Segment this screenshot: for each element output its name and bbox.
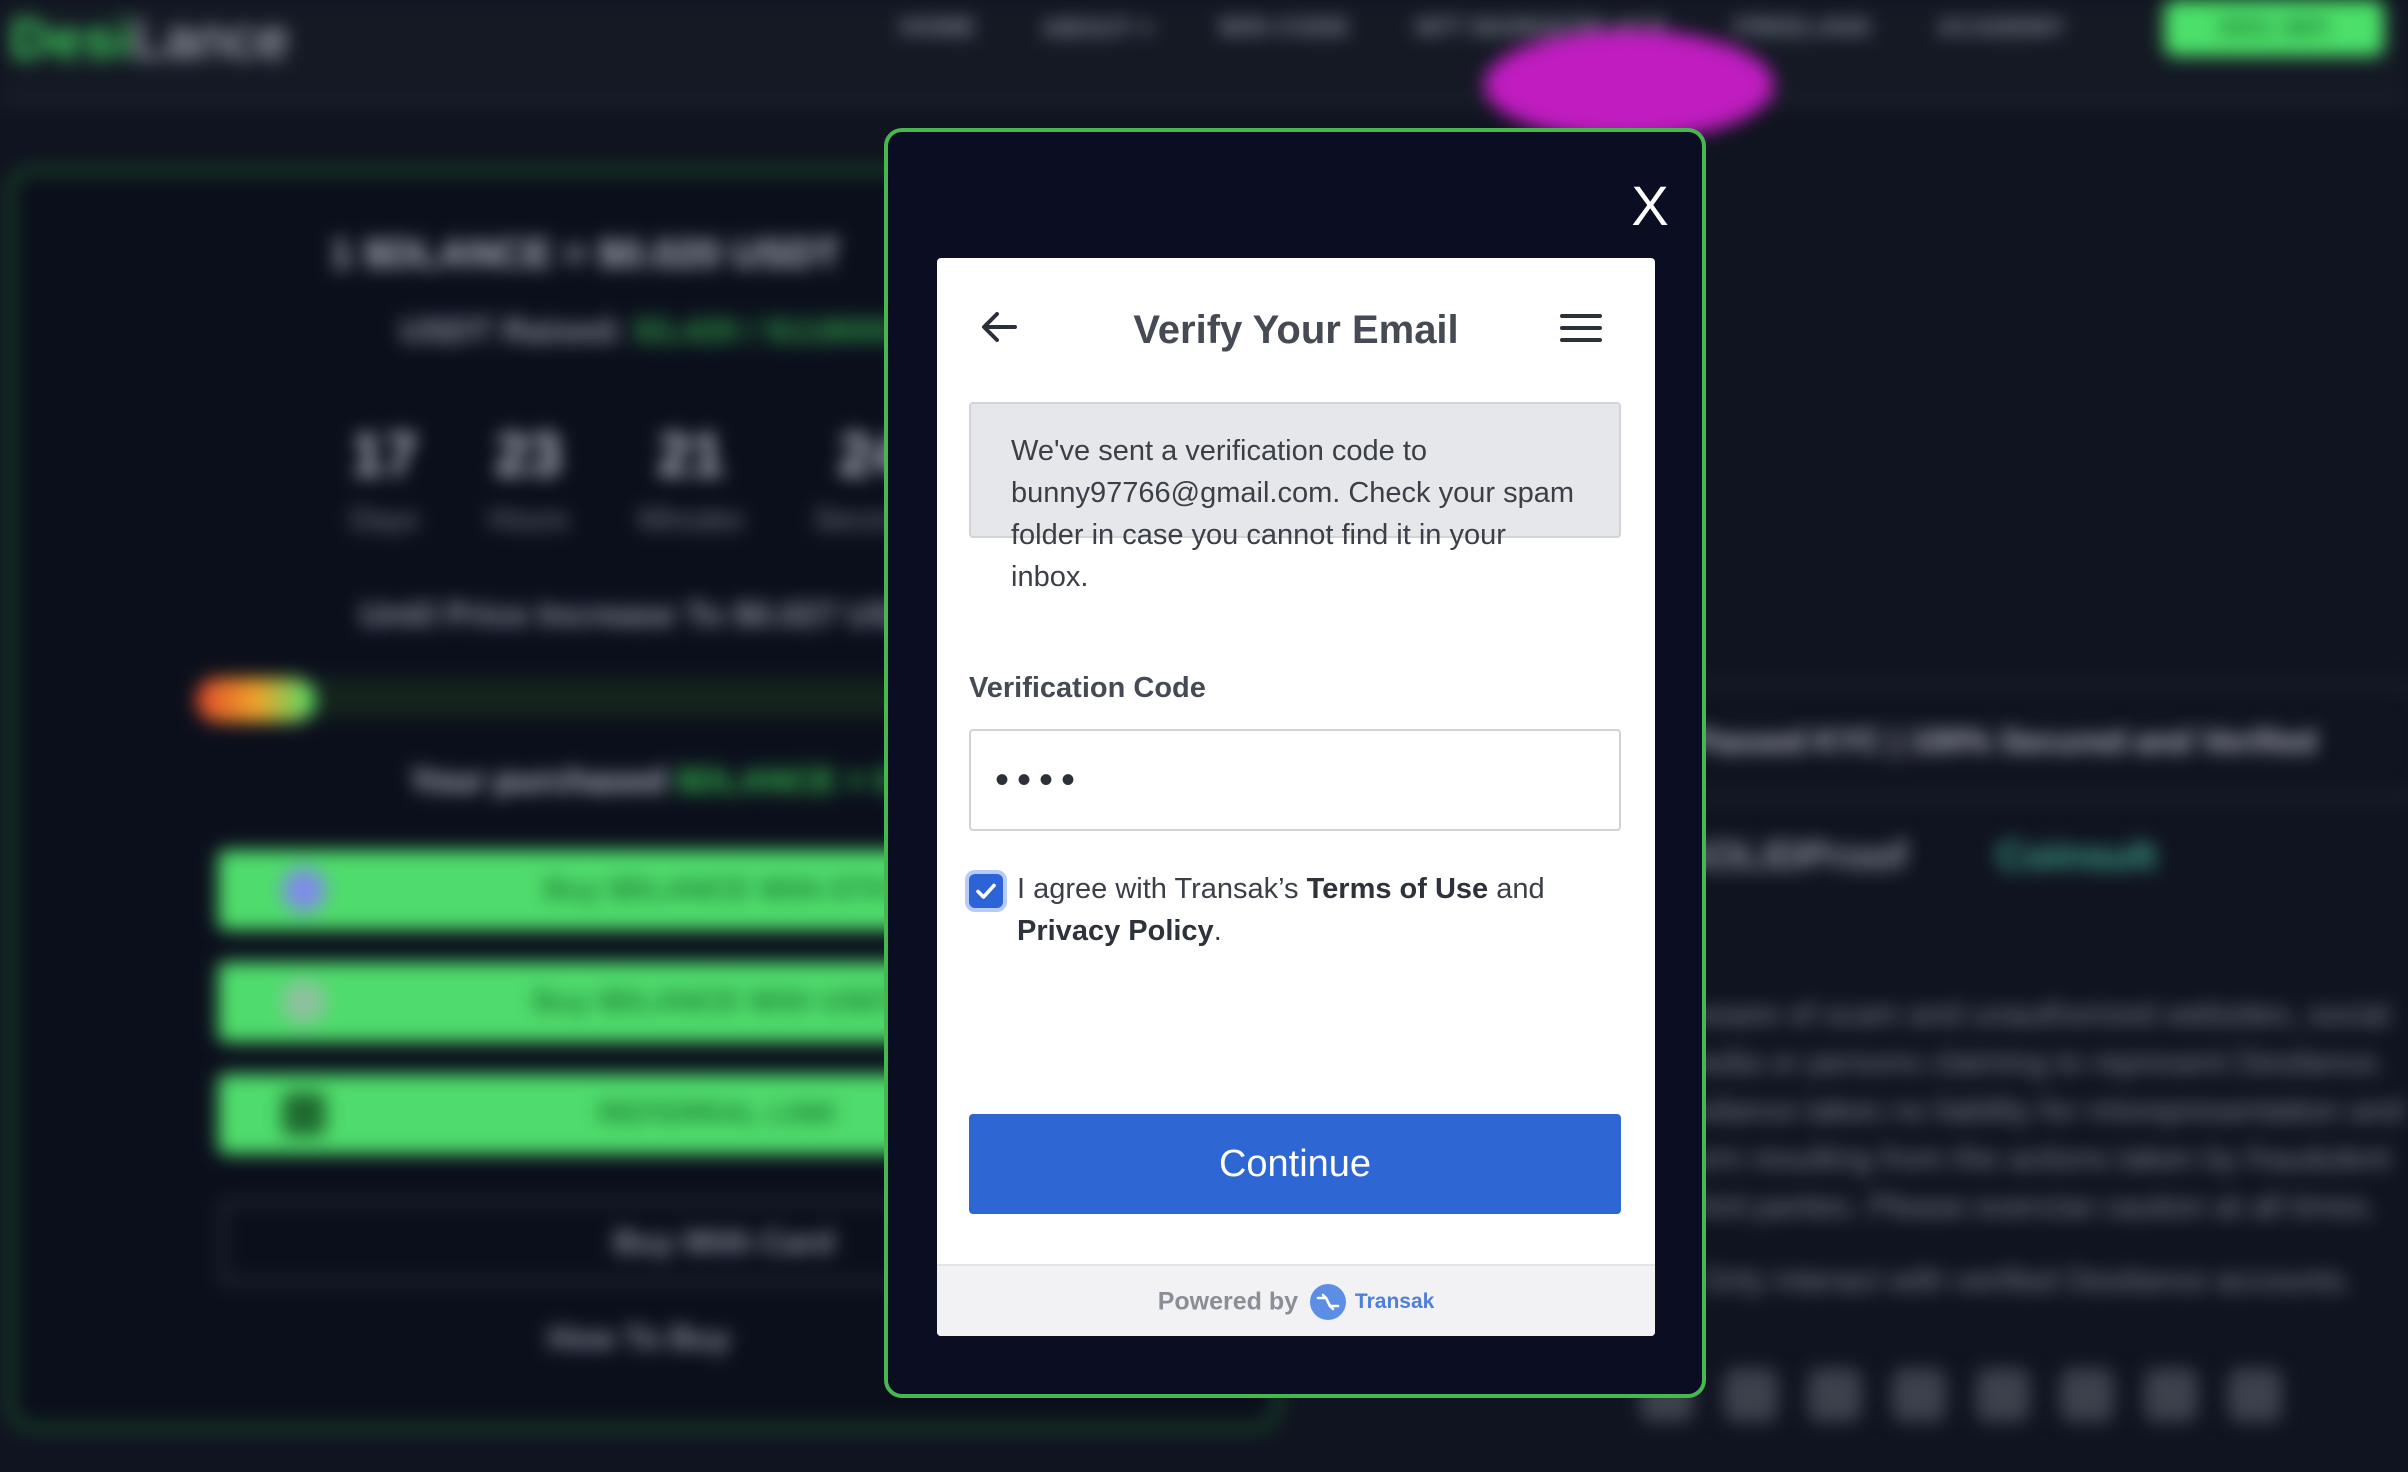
solidproof-logo: SOLIDProof (1680, 834, 1907, 878)
nav-item-win-code: WIN CODE (1219, 14, 1350, 41)
timer-minutes: 21 Minutes (638, 421, 744, 536)
timer-days: 17 Days (350, 421, 419, 536)
terms-agreement: I agree with Transak’s Terms of Use and P… (969, 868, 1609, 958)
presale-progress-fill (196, 678, 316, 722)
hamburger-menu-icon (1560, 314, 1602, 342)
nav-cta-button: DESI_WIFI (2164, 0, 2384, 56)
countdown-timer: 17 Days 23 Hours 21 Minutes 24 Seconds (350, 420, 930, 537)
transak-widget: Verify Your Email We've sent a verificat… (937, 258, 1655, 1336)
nav-item-home: HOME (900, 14, 976, 41)
privacy-policy-link[interactable]: Privacy Policy (1017, 915, 1214, 947)
usdt-raised: USDT Raised: $3,420 / $118000 (400, 312, 898, 350)
agree-text: I agree with Transak’s Terms of Use and P… (1017, 873, 1545, 947)
social-links (1640, 1368, 2282, 1422)
telegram-icon (1892, 1368, 1946, 1422)
checkmark-icon (976, 883, 996, 899)
how-to-buy-link: How To Buy (548, 1320, 731, 1356)
powered-by-label: Powered by (1157, 1287, 1299, 1316)
terms-of-use-link[interactable]: Terms of Use (1307, 873, 1489, 905)
site-nav-links: HOME ABOUT ▾ WIN CODE NFT MARKETPLACE FR… (900, 14, 2066, 43)
agree-checkbox[interactable] (969, 874, 1003, 908)
coinsult-logo: Coinsult (1996, 834, 2157, 878)
modal-close-button[interactable]: X (1624, 176, 1676, 236)
instagram-icon (1808, 1368, 1862, 1422)
verification-code-input[interactable] (969, 729, 1621, 831)
page-title: Verify Your Email (1133, 308, 1459, 352)
kyc-badge: Passed KYC | 100% Secured and Verified (1600, 682, 2408, 800)
decorative-glow (1484, 30, 1774, 140)
youtube-icon (2228, 1368, 2282, 1422)
scam-warning-text: Beware of scam and unauthorized websites… (1656, 996, 2404, 1224)
continue-button[interactable]: Continue (969, 1114, 1621, 1214)
facebook-icon (1724, 1368, 1778, 1422)
transak-logo-icon (1310, 1284, 1347, 1320)
transak-brand-name: Transak (1354, 1290, 1435, 1313)
audit-partners: SOLIDProof Coinsult (1680, 834, 2157, 879)
verified-accounts-note: Only interact with verified Desilance ac… (1700, 1262, 2353, 1298)
medium-icon (2144, 1368, 2198, 1422)
timer-hours: 23 Hours (488, 421, 569, 536)
nav-item-freelans: FREELANS (1734, 14, 1872, 41)
widget-footer: Powered by Transak (937, 1264, 1655, 1336)
purchased-amount: Your purchased $DLANCE = 0 (410, 762, 894, 800)
referral-icon (282, 1092, 326, 1136)
nav-item-academy: ACADEMY (1937, 14, 2066, 41)
menu-button[interactable] (1559, 308, 1603, 348)
discord-icon (2060, 1368, 2114, 1422)
site-navbar: DesiLance HOME ABOUT ▾ WIN CODE NFT MARK… (0, 0, 2408, 104)
widget-header: Verify Your Email (937, 258, 1655, 398)
eth-icon (282, 868, 326, 912)
verification-code-label: Verification Code (969, 672, 1206, 704)
price-increase-text: Until Price Increase To $0.027 USDT (360, 596, 940, 634)
verification-notice: We've sent a verification code to bunny9… (969, 402, 1621, 593)
linkedin-icon (1976, 1368, 2030, 1422)
site-logo: DesiLance (10, 7, 290, 70)
token-price: 1 $DLANCE = $0.020 USDT (330, 232, 841, 276)
nav-item-about: ABOUT ▾ (1042, 15, 1154, 42)
usdt-icon (282, 980, 326, 1024)
